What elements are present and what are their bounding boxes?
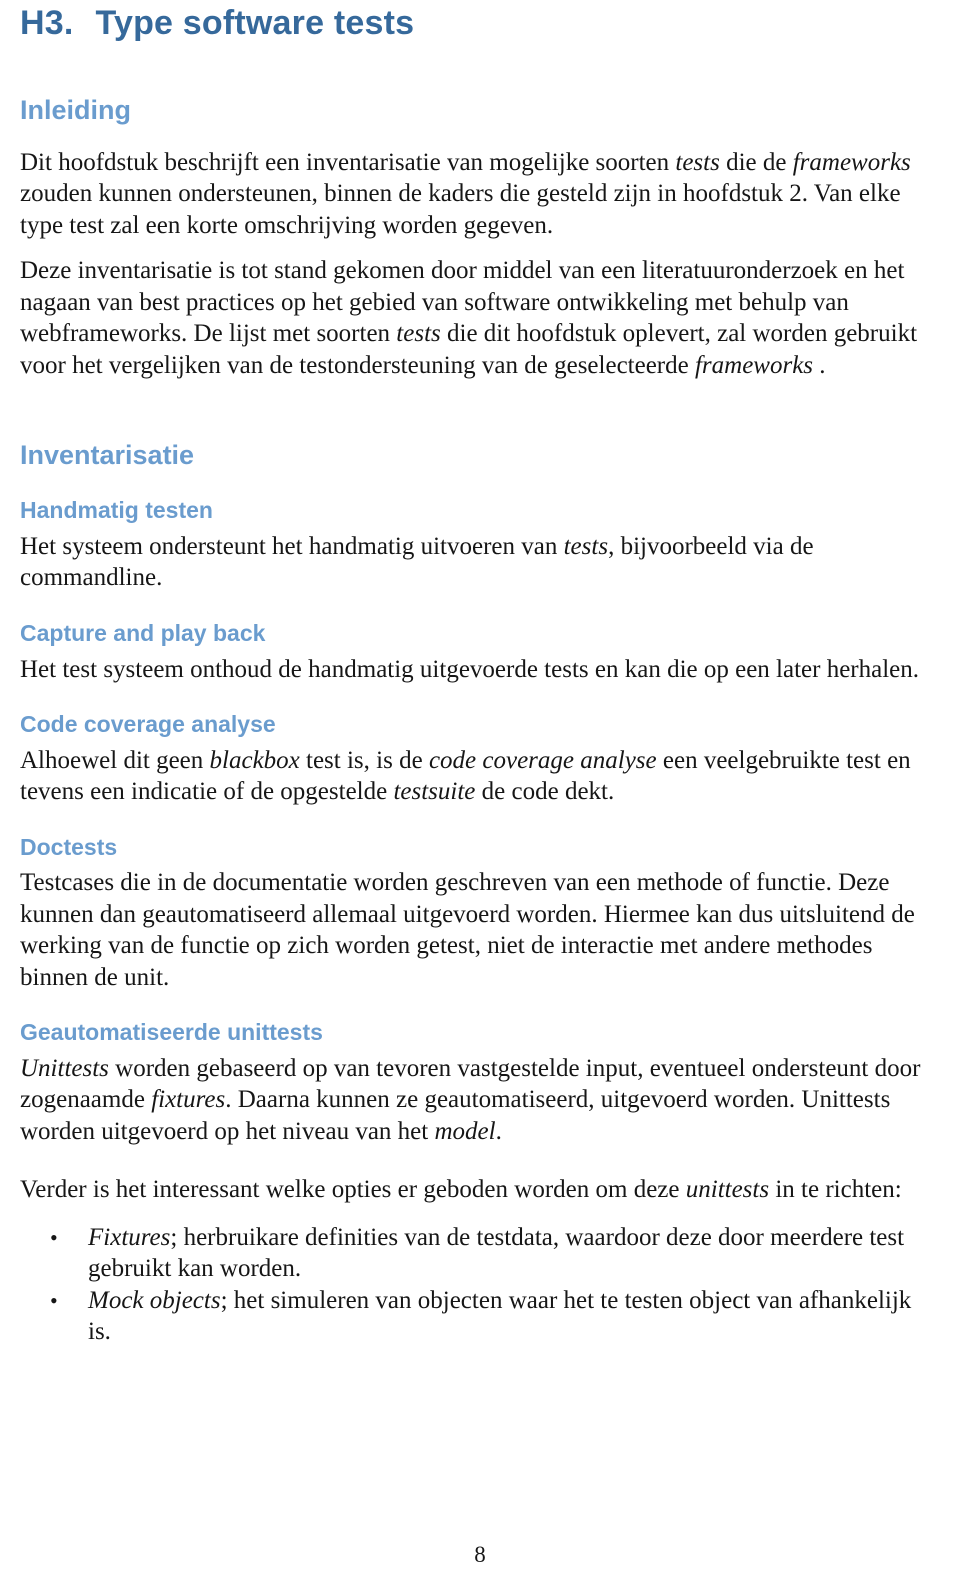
paragraph-geautomatiseerde-unittests: Unittests worden gebaseerd op van tevore… [20,1053,940,1148]
emphasis-code-coverage-analyse: code coverage analyse [428,746,657,774]
text-run: ; herbruikare definities van de testdata… [88,1223,905,1283]
list-item: Mock objects; het simuleren van objecten… [20,1285,940,1348]
text-run: . [495,1117,502,1145]
text-run: de code dekt. [475,778,615,806]
paragraph-inleiding-2: Deze inventarisatie is tot stand gekomen… [20,255,940,381]
sub-heading-geautomatiseerde-unittests: Geautomatiseerde unittests [20,1019,323,1046]
paragraph-code-coverage-analyse: Alhoewel dit geen blackbox test is, is d… [20,745,940,808]
emphasis-fixtures: fixtures [151,1086,226,1114]
chapter-number: H3. [20,4,74,42]
paragraph-doctests: Testcases die in de documentatie worden … [20,869,915,991]
text-run: test is, is de [299,746,429,774]
paragraph-verder-opties: Verder is het interessant welke opties e… [20,1174,940,1206]
emphasis-model: model [434,1117,496,1145]
paragraph-handmatig-testen: Het systeem ondersteunt het handmatig ui… [20,531,940,594]
emphasis-tests: tests [563,532,609,560]
emphasis-frameworks: frameworks [792,148,911,176]
emphasis-fixtures: Fixtures [88,1223,171,1251]
sub-heading-code-coverage-analyse: Code coverage analyse [20,711,276,738]
emphasis-unittests: unittests [685,1176,770,1204]
page-title: H3. Type software tests [20,0,940,43]
section-heading-inventarisatie: Inventarisatie [20,440,195,470]
text-run: Alhoewel dit geen [20,746,210,774]
text-run: in te richten: [769,1176,902,1204]
page-number: 8 [474,1542,486,1567]
section-heading-inleiding: Inleiding [20,95,131,126]
emphasis-frameworks: frameworks [694,351,814,379]
text-run: Het systeem ondersteunt het handmatig ui… [20,532,564,560]
text-run: Dit hoofdstuk beschrijft een inventarisa… [20,148,676,176]
text-run: . [813,351,826,379]
list-item: Fixtures; herbruikare definities van de … [20,1222,940,1285]
emphasis-unittests: Unittests [20,1054,109,1082]
emphasis-tests: tests [396,320,441,347]
text-run: Verder is het interessant welke opties e… [20,1176,686,1204]
emphasis-testsuite: testsuite [393,778,476,806]
paragraph-capture-and-play-back: Het test systeem onthoud de handmatig ui… [20,655,920,683]
chapter-title-text: Type software tests [95,4,415,42]
paragraph-inleiding-1: Dit hoofdstuk beschrijft een inventarisa… [20,147,940,242]
text-run: die de [719,148,793,176]
sub-heading-capture-and-play-back: Capture and play back [20,619,266,646]
sub-heading-handmatig-testen: Handmatig testen [20,497,213,524]
emphasis-mock-objects: Mock objects [88,1286,221,1314]
unittest-options-list: Fixtures; herbruikare definities van de … [20,1222,940,1348]
sub-heading-doctests: Doctests [20,833,118,860]
text-run: zouden kunnen ondersteunen, binnen de ka… [20,180,901,239]
emphasis-tests: tests [675,148,720,176]
emphasis-blackbox: blackbox [209,746,300,774]
document-page: H3. Type software tests Inleiding Dit hoo… [0,0,960,1588]
